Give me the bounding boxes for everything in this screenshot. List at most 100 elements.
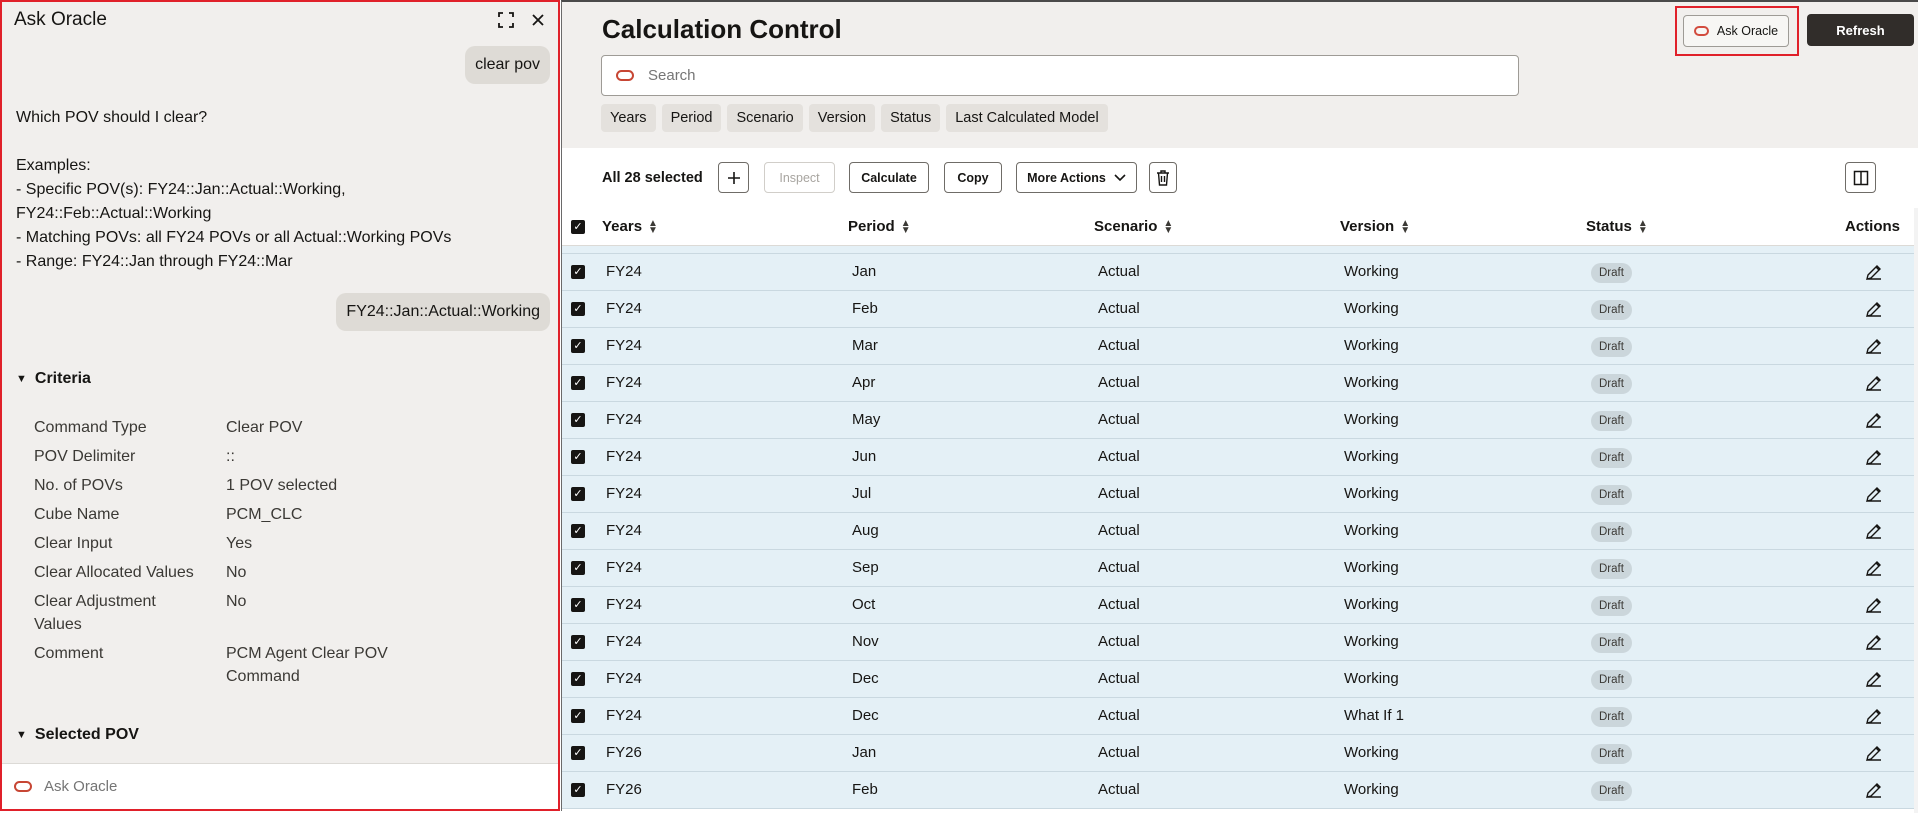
filter-chip-last-calculated-model[interactable]: Last Calculated Model: [946, 104, 1108, 132]
table-row[interactable]: ✓ FY24 Nov Actual Working Draft: [562, 624, 1918, 661]
status-badge: Draft: [1591, 263, 1632, 283]
row-checkbox[interactable]: ✓: [571, 302, 585, 316]
plus-icon: [727, 171, 740, 184]
pencil-edit-icon[interactable]: [1864, 373, 1884, 393]
column-header-version[interactable]: Version ▲ ▼: [1340, 218, 1410, 235]
filter-chip-period[interactable]: Period: [661, 104, 722, 132]
close-icon[interactable]: [526, 8, 550, 32]
ask-oracle-input-bar: [2, 763, 558, 809]
cell-status: Draft: [1591, 661, 1632, 697]
delete-button[interactable]: [1149, 162, 1177, 193]
cell-scenario: Actual: [1098, 707, 1140, 724]
column-header-scenario[interactable]: Scenario ▲ ▼: [1094, 218, 1173, 235]
table-row[interactable]: ✓ FY24 Jan Actual Working Draft: [562, 254, 1918, 291]
cell-status: Draft: [1591, 735, 1632, 771]
criteria-row: Clear Input Yes: [34, 532, 534, 555]
table-row[interactable]: ✓ FY24 Dec Actual What If 1 Draft: [562, 698, 1918, 735]
cell-years: FY24: [606, 374, 642, 391]
cell-years: FY24: [606, 448, 642, 465]
table-row[interactable]: ✓ FY24 Feb Actual Working Draft: [562, 291, 1918, 328]
table-row[interactable]: ✓ FY24 Jun Actual Working Draft: [562, 439, 1918, 476]
criteria-value: No: [226, 564, 247, 581]
row-checkbox[interactable]: ✓: [571, 746, 585, 760]
pencil-edit-icon[interactable]: [1864, 595, 1884, 615]
sort-icon: ▲ ▼: [900, 217, 911, 236]
pencil-edit-icon[interactable]: [1864, 632, 1884, 652]
select-all-checkbox[interactable]: ✓: [571, 220, 585, 234]
table-row[interactable]: ✓ FY24 Mar Actual Working Draft: [562, 328, 1918, 365]
filter-chip-status[interactable]: Status: [881, 104, 941, 132]
pencil-edit-icon[interactable]: [1864, 780, 1884, 800]
inspect-button[interactable]: Inspect: [764, 162, 835, 193]
ask-oracle-button[interactable]: Ask Oracle: [1683, 15, 1789, 47]
cell-scenario: Actual: [1098, 781, 1140, 798]
column-header-period[interactable]: Period ▲ ▼: [848, 218, 911, 235]
pencil-edit-icon[interactable]: [1864, 669, 1884, 689]
criteria-row: Clear Allocated Values No: [34, 561, 534, 584]
row-checkbox[interactable]: ✓: [571, 672, 585, 686]
column-header-status[interactable]: Status ▲ ▼: [1586, 218, 1648, 235]
pencil-edit-icon[interactable]: [1864, 299, 1884, 319]
add-button[interactable]: [718, 162, 749, 193]
table-row[interactable]: ✓ FY24 Dec Actual Working Draft: [562, 661, 1918, 698]
criteria-value: ::: [226, 448, 235, 465]
triangle-down-icon: ▼: [16, 373, 27, 385]
copy-button[interactable]: Copy: [944, 162, 1002, 193]
criteria-value: Yes: [226, 535, 253, 552]
row-checkbox[interactable]: ✓: [571, 376, 585, 390]
table-row[interactable]: ✓ FY26 Feb Actual Working Draft: [562, 772, 1918, 809]
pencil-edit-icon[interactable]: [1864, 262, 1884, 282]
ask-oracle-input[interactable]: [44, 778, 524, 795]
cell-status: Draft: [1591, 439, 1632, 475]
row-checkbox[interactable]: ✓: [571, 635, 585, 649]
table-row[interactable]: ✓ FY24 May Actual Working Draft: [562, 402, 1918, 439]
criteria-label: No. of POVs: [34, 477, 123, 494]
criteria-row: POV Delimiter ::: [34, 445, 534, 468]
cell-years: FY26: [606, 744, 642, 761]
row-checkbox[interactable]: ✓: [571, 339, 585, 353]
pencil-edit-icon[interactable]: [1864, 447, 1884, 467]
pencil-edit-icon[interactable]: [1864, 484, 1884, 504]
filter-chip-years[interactable]: Years: [601, 104, 656, 132]
pencil-edit-icon[interactable]: [1864, 410, 1884, 430]
row-checkbox[interactable]: ✓: [571, 709, 585, 723]
filter-chip-version[interactable]: Version: [808, 104, 876, 132]
vertical-scrollbar[interactable]: [1914, 208, 1918, 813]
row-checkbox[interactable]: ✓: [571, 561, 585, 575]
cell-years: FY24: [606, 485, 642, 502]
column-header-years[interactable]: Years ▲ ▼: [602, 218, 658, 235]
criteria-label: POV Delimiter: [34, 448, 136, 465]
cell-scenario: Actual: [1098, 411, 1140, 428]
calculate-button[interactable]: Calculate: [849, 162, 929, 193]
row-checkbox[interactable]: ✓: [571, 265, 585, 279]
panel-layout-button[interactable]: [1845, 162, 1876, 193]
row-checkbox[interactable]: ✓: [571, 450, 585, 464]
pencil-edit-icon[interactable]: [1864, 743, 1884, 763]
expand-icon[interactable]: [494, 8, 518, 32]
filter-chip-scenario[interactable]: Scenario: [727, 104, 803, 132]
selected-pov-toggle[interactable]: ▼ Selected POV: [16, 726, 139, 744]
row-checkbox[interactable]: ✓: [571, 413, 585, 427]
table-row[interactable]: ✓ FY24 Sep Actual Working Draft: [562, 550, 1918, 587]
search-input[interactable]: [648, 67, 1508, 84]
table-row[interactable]: ✓ FY24 Jul Actual Working Draft: [562, 476, 1918, 513]
pencil-edit-icon[interactable]: [1864, 336, 1884, 356]
criteria-toggle[interactable]: ▼ Criteria: [16, 370, 91, 388]
pencil-edit-icon[interactable]: [1864, 706, 1884, 726]
table-row[interactable]: ✓ FY24 Apr Actual Working Draft: [562, 365, 1918, 402]
table-row[interactable]: ✓ FY24 Oct Actual Working Draft: [562, 587, 1918, 624]
row-checkbox[interactable]: ✓: [571, 487, 585, 501]
criteria-row: No. of POVs 1 POV selected: [34, 474, 534, 497]
criteria-title: Criteria: [34, 370, 91, 387]
refresh-button[interactable]: Refresh: [1807, 14, 1914, 46]
row-checkbox[interactable]: ✓: [571, 783, 585, 797]
table-row[interactable]: ✓ FY24 Aug Actual Working Draft: [562, 513, 1918, 550]
table-row[interactable]: ✓ FY26 Jan Actual Working Draft: [562, 735, 1918, 772]
status-badge: Draft: [1591, 670, 1632, 690]
more-actions-button[interactable]: More Actions: [1016, 162, 1137, 193]
pencil-edit-icon[interactable]: [1864, 521, 1884, 541]
page-title: Calculation Control: [602, 14, 842, 44]
row-checkbox[interactable]: ✓: [571, 524, 585, 538]
row-checkbox[interactable]: ✓: [571, 598, 585, 612]
pencil-edit-icon[interactable]: [1864, 558, 1884, 578]
